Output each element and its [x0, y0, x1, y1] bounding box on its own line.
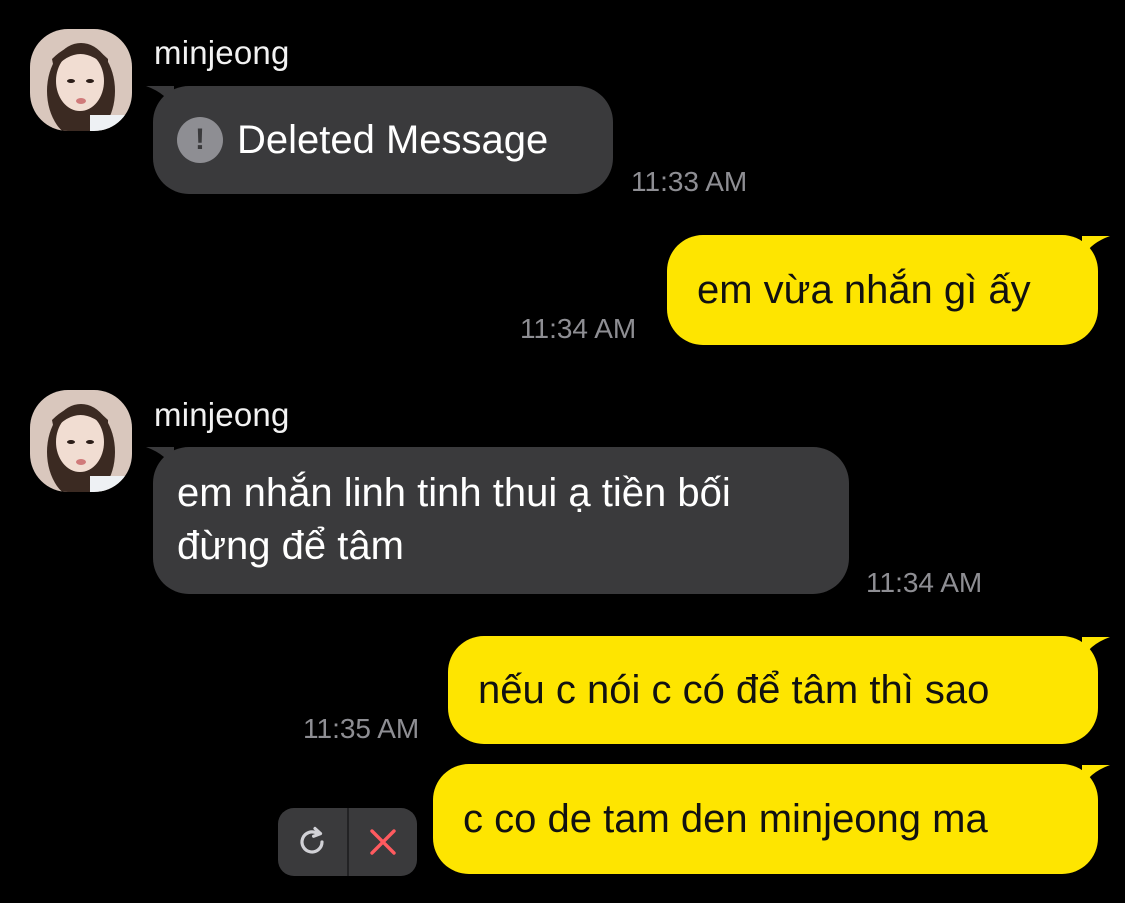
refresh-icon [300, 826, 324, 854]
message-text: em vừa nhắn gì ấy [697, 267, 1031, 312]
message-timestamp: 11:33 AM [631, 166, 748, 197]
message-bubble-deleted[interactable]: ! Deleted Message [153, 86, 613, 194]
message-bubble-outgoing[interactable]: em vừa nhắn gì ấy [667, 235, 1098, 345]
close-icon [370, 829, 396, 855]
message-timestamp: 11:34 AM [866, 567, 983, 598]
message-text: Deleted Message [237, 117, 549, 162]
avatar[interactable] [30, 390, 132, 492]
bubble-tail [1082, 637, 1110, 661]
message-text-line: em nhắn linh tinh thui ạ tiền bối [177, 471, 731, 515]
bubble-tail [1082, 765, 1110, 789]
bubble-tail [1082, 236, 1110, 260]
message-text: nếu c nói c có để tâm thì sao [478, 667, 990, 712]
retry-button[interactable] [278, 808, 347, 876]
failed-message-actions [278, 808, 417, 876]
cancel-button[interactable] [349, 808, 418, 876]
message-bubble-outgoing[interactable]: nếu c nói c có để tâm thì sao [448, 636, 1098, 744]
sender-name: minjeong [154, 396, 290, 433]
message-timestamp: 11:34 AM [520, 313, 637, 344]
message-text-line: đừng để tâm [177, 524, 404, 568]
message-text: c co de tam den minjeong ma [463, 796, 988, 841]
message-bubble-incoming[interactable]: em nhắn linh tinh thui ạ tiền bối đừng đ… [153, 447, 849, 594]
warning-icon: ! [177, 117, 223, 163]
sender-name: minjeong [154, 34, 290, 71]
message-timestamp: 11:35 AM [303, 713, 420, 744]
message-bubble-outgoing-failed[interactable]: c co de tam den minjeong ma [433, 764, 1098, 874]
avatar[interactable] [30, 29, 132, 131]
